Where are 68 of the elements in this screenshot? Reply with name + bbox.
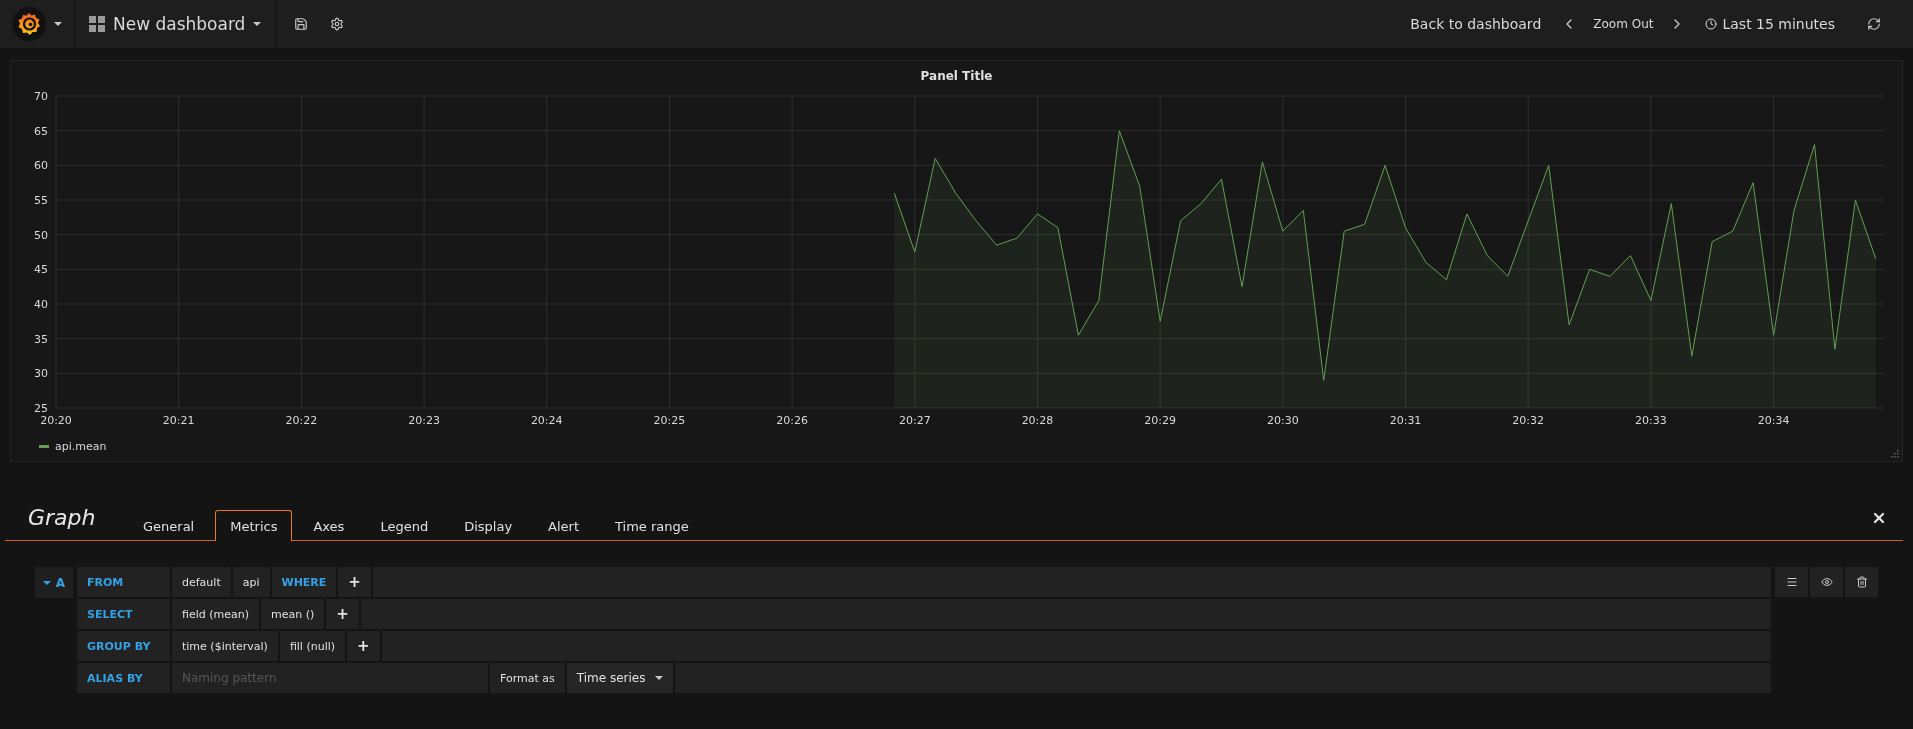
y-tick-label: 60	[34, 159, 48, 173]
caret-icon	[253, 22, 262, 26]
clock-icon	[1705, 18, 1718, 30]
refresh-icon[interactable]	[1865, 15, 1883, 33]
caret-icon	[655, 676, 664, 680]
x-tick-label: 20:30	[1267, 414, 1299, 427]
dashboard-title-button[interactable]: New dashboard	[89, 14, 262, 34]
query-ref-toggle[interactable]: A	[35, 567, 73, 598]
x-tick-label: 20:25	[653, 414, 686, 427]
clause-label: FROM	[77, 567, 170, 597]
eye-icon[interactable]	[1810, 567, 1843, 597]
x-tick-label: 20:20	[40, 414, 72, 427]
close-icon[interactable]	[1871, 510, 1887, 526]
x-tick-label: 20:21	[162, 414, 195, 427]
y-tick-label: 40	[34, 298, 48, 311]
panel-title: Panel Title	[919, 68, 994, 85]
caret-icon[interactable]	[54, 22, 62, 26]
y-tick-label: 35	[34, 332, 48, 346]
format-label: Format as	[490, 663, 565, 693]
format-select[interactable]: Time series	[566, 663, 674, 693]
y-tick-label: 65	[34, 124, 48, 138]
zoom-out-button[interactable]: Zoom Out	[1593, 17, 1654, 31]
trash-icon[interactable]	[1845, 567, 1878, 597]
query-segment[interactable]: default	[172, 567, 231, 597]
logo-icon[interactable]	[12, 7, 46, 41]
x-tick-label: 20:24	[530, 414, 563, 427]
y-tick-label: 30	[34, 367, 48, 381]
query-segment[interactable]: time ($interval)	[172, 631, 278, 661]
editor-tab[interactable]: Display	[449, 510, 528, 541]
add-segment-button[interactable]: +	[347, 631, 380, 661]
x-tick-label: 20:34	[1757, 414, 1790, 427]
x-tick-label: 20:31	[1389, 414, 1422, 427]
editor-tab[interactable]: Axes	[298, 510, 360, 541]
x-tick-label: 20:22	[285, 414, 318, 427]
clause-label: GROUP BY	[77, 631, 170, 661]
query-segment[interactable]: api	[232, 567, 270, 597]
clause-label: SELECT	[77, 599, 170, 629]
editor-tab[interactable]: General	[128, 510, 210, 541]
grid-icon	[89, 16, 105, 32]
x-tick-label: 20:32	[1512, 414, 1545, 427]
add-segment-button[interactable]: +	[326, 599, 359, 629]
editor-title: Graph	[27, 504, 97, 532]
x-tick-label: 20:27	[898, 414, 931, 427]
resize-handle-icon[interactable]	[1890, 449, 1899, 458]
query-segment[interactable]: field (mean)	[172, 599, 259, 629]
x-tick-label: 20:26	[776, 414, 808, 427]
legend-label[interactable]: api.mean	[55, 439, 107, 453]
x-tick-label: 20:28	[1021, 414, 1054, 427]
editor-tab[interactable]: Legend	[365, 510, 444, 541]
editor-tab[interactable]: Metrics	[215, 510, 293, 541]
back-to-dashboard-link[interactable]: Back to dashboard	[1410, 16, 1542, 32]
add-segment-button[interactable]: +	[338, 567, 371, 597]
y-tick-label: 70	[34, 91, 48, 103]
editor-tab[interactable]: Alert	[533, 510, 595, 541]
menu-icon[interactable]	[1775, 567, 1808, 597]
x-tick-label: 20:23	[408, 414, 440, 427]
x-tick-label: 20:33	[1635, 414, 1667, 427]
query-segment[interactable]: mean ()	[261, 599, 325, 629]
y-tick-label: 55	[34, 194, 48, 207]
clause-label: ALIAS BY	[77, 663, 170, 693]
x-tick-label: 20:29	[1144, 414, 1176, 427]
y-tick-label: 45	[34, 263, 48, 277]
editor-tab[interactable]: Time range	[600, 510, 704, 541]
y-tick-label: 25	[34, 402, 48, 415]
query-segment[interactable]: fill (null)	[279, 631, 346, 661]
time-range-picker[interactable]: Last 15 minutes	[1705, 16, 1835, 32]
keyword-segment[interactable]: WHERE	[271, 567, 337, 597]
y-tick-label: 50	[34, 228, 48, 242]
